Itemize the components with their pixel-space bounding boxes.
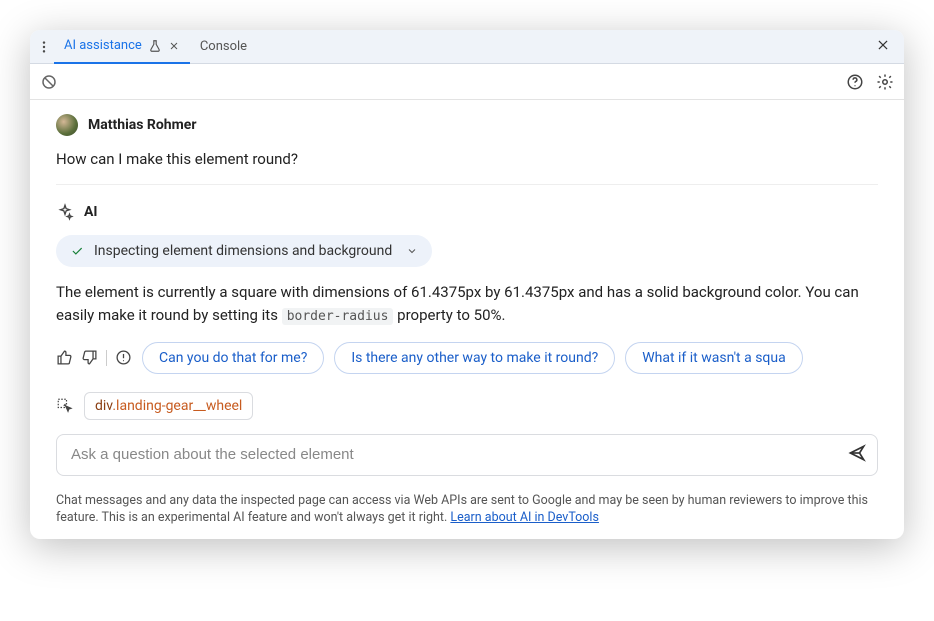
- tab-bar: AI assistance Console: [30, 30, 904, 64]
- sparkle-icon: [56, 203, 74, 221]
- close-panel-button[interactable]: [866, 37, 900, 56]
- ai-label: AI: [84, 204, 98, 220]
- thumbs-down-icon[interactable]: [81, 349, 98, 366]
- send-button[interactable]: [847, 443, 867, 467]
- report-icon[interactable]: [115, 349, 132, 366]
- more-menu-icon[interactable]: [34, 40, 54, 54]
- feedback-row: Can you do that for me? Is there any oth…: [56, 342, 878, 374]
- tab-label: AI assistance: [64, 38, 142, 53]
- avatar: [56, 114, 78, 136]
- ai-response: The element is currently a square with d…: [56, 281, 878, 328]
- status-text: Inspecting element dimensions and backgr…: [94, 243, 392, 259]
- clear-icon[interactable]: [40, 73, 58, 91]
- user-message: Matthias Rohmer How can I make this elem…: [56, 114, 878, 185]
- suggestions: Can you do that for me? Is there any oth…: [142, 342, 878, 374]
- input-row: [30, 428, 904, 486]
- gear-icon[interactable]: [876, 73, 894, 91]
- tab-label: Console: [200, 39, 247, 54]
- status-pill[interactable]: Inspecting element dimensions and backgr…: [56, 235, 432, 267]
- user-question: How can I make this element round?: [56, 150, 878, 168]
- tab-console[interactable]: Console: [190, 30, 257, 64]
- chevron-down-icon: [406, 245, 418, 257]
- suggestion-chip[interactable]: Is there any other way to make it round?: [334, 342, 615, 374]
- check-icon: [70, 244, 84, 258]
- flask-icon: [148, 39, 162, 53]
- selected-element-chip[interactable]: div.landing-gear__wheel: [84, 392, 253, 420]
- learn-more-link[interactable]: Learn about AI in DevTools: [450, 510, 599, 525]
- disclaimer: Chat messages and any data the inspected…: [30, 486, 904, 539]
- user-name: Matthias Rohmer: [88, 117, 196, 133]
- input-box: [56, 434, 878, 476]
- prompt-input[interactable]: [71, 446, 847, 463]
- ai-message: AI Inspecting element dimensions and bac…: [56, 185, 878, 374]
- toolbar: [30, 64, 904, 100]
- chat-content: Matthias Rohmer How can I make this elem…: [30, 100, 904, 382]
- close-icon[interactable]: [168, 40, 180, 52]
- help-icon[interactable]: [846, 73, 864, 91]
- selector-row: div.landing-gear__wheel: [30, 382, 904, 428]
- element-picker-icon[interactable]: [56, 397, 74, 415]
- suggestion-chip[interactable]: What if it wasn't a squa: [625, 342, 803, 374]
- separator: [106, 350, 107, 366]
- tab-ai-assistance[interactable]: AI assistance: [54, 30, 190, 64]
- thumbs-up-icon[interactable]: [56, 349, 73, 366]
- suggestion-chip[interactable]: Can you do that for me?: [142, 342, 324, 374]
- devtools-panel: AI assistance Console Matthias Rohmer Ho…: [30, 30, 904, 539]
